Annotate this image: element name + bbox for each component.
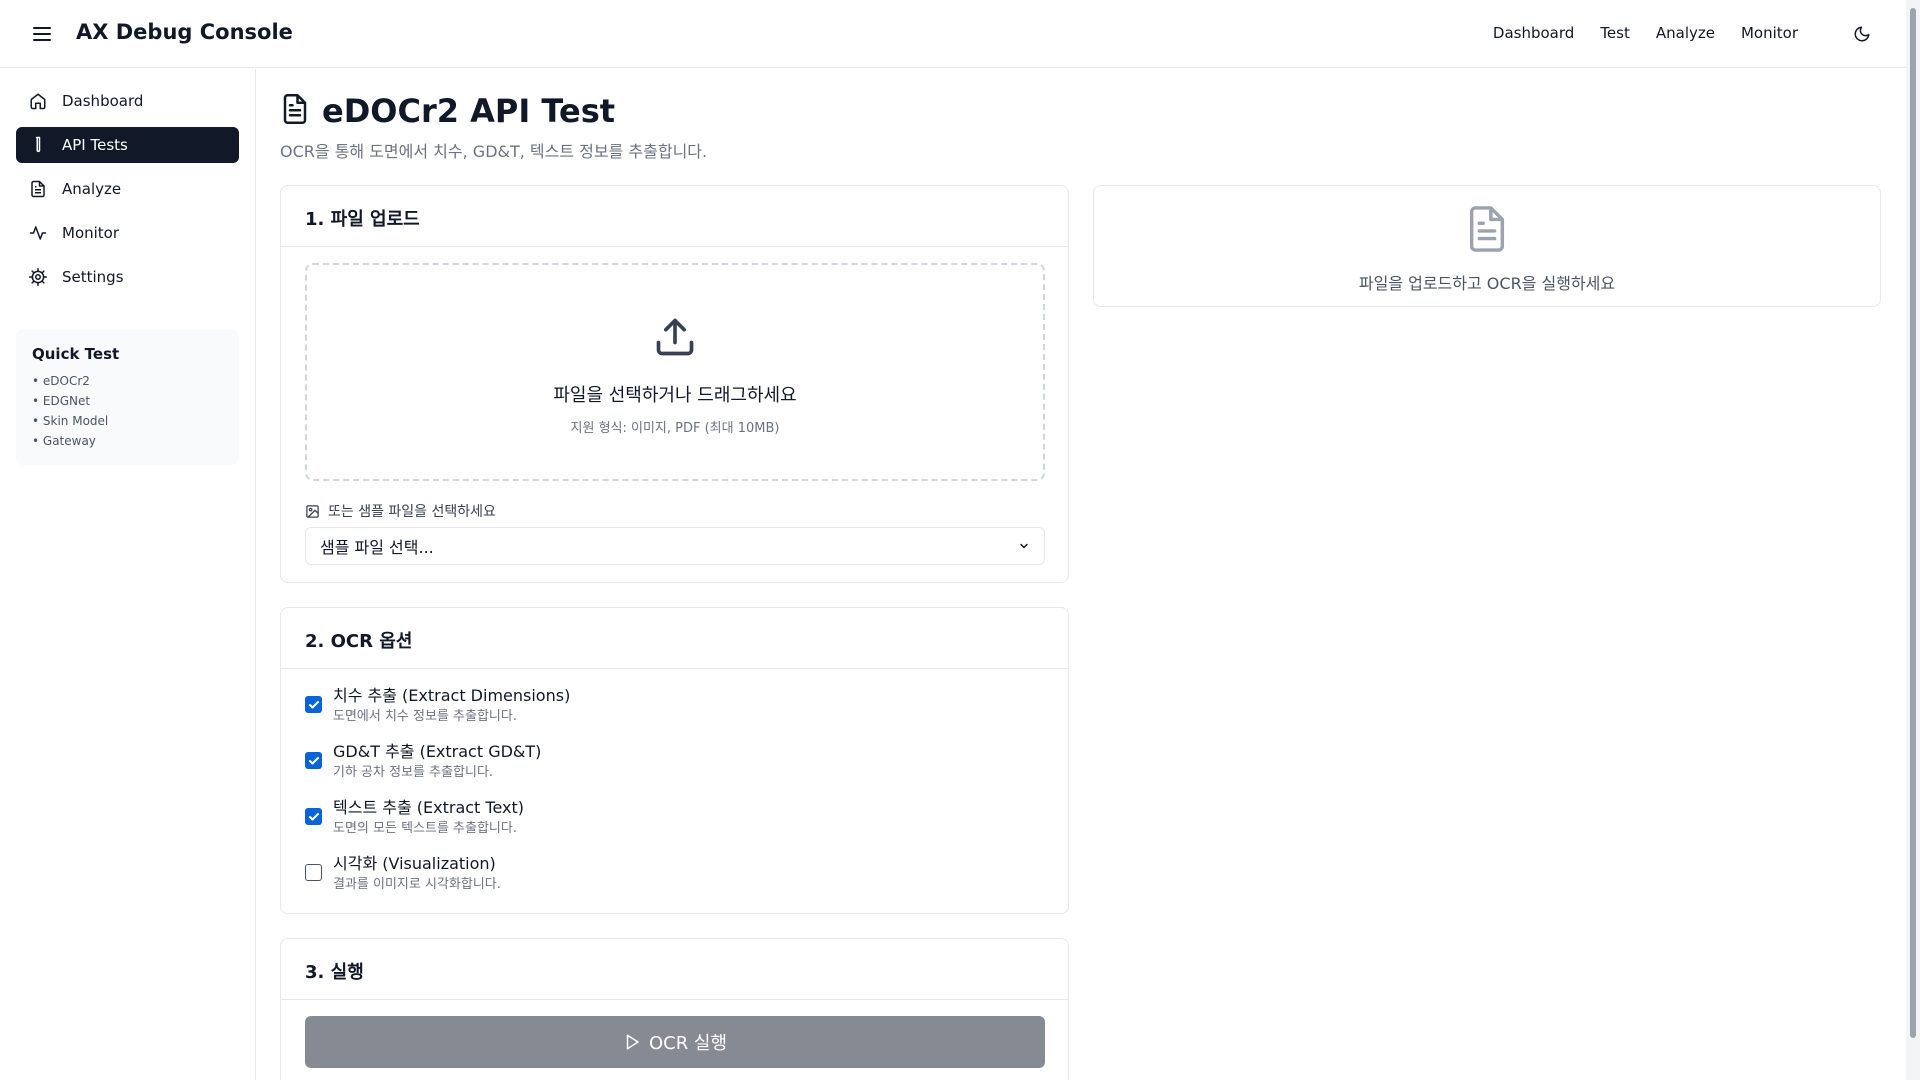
option-desc: 도면의 모든 텍스트를 추출합니다. [333, 821, 517, 836]
sidebar-item-label: Settings [62, 268, 124, 286]
sidebar-item-label: Analyze [62, 180, 122, 198]
upload-icon [653, 315, 697, 363]
quick-test-item-gateway[interactable]: • Gateway [32, 431, 223, 451]
option-desc: 도면에서 치수 정보를 추출합니다. [333, 709, 517, 724]
scrollbar-thumb[interactable] [1910, 8, 1916, 1038]
option-title: 텍스트 추출 (Extract Text) [333, 798, 525, 817]
file-text-icon [1464, 204, 1510, 258]
checkbox-extract-text[interactable] [305, 808, 322, 825]
page-subtitle: OCR을 통해 도면에서 치수, GD&T, 텍스트 정보를 추출합니다. [280, 142, 708, 161]
top-nav-dashboard[interactable]: Dashboard [1493, 24, 1574, 42]
option-extract-text: 텍스트 추출 (Extract Text) 도면의 모든 텍스트를 추출합니다. [305, 797, 524, 839]
sidebar: Dashboard API Tests Analyze Monitor Sett… [0, 69, 256, 1080]
test-tube-icon [28, 135, 48, 155]
quick-test-item-skin-model[interactable]: • Skin Model [32, 411, 223, 431]
sample-label-text: 또는 샘플 파일을 선택하세요 [328, 504, 496, 520]
quick-test-title: Quick Test [32, 345, 120, 363]
sidebar-item-analyze[interactable]: Analyze [16, 171, 239, 207]
run-ocr-button[interactable]: OCR 실행 [305, 1016, 1045, 1068]
checkbox-visualization[interactable] [305, 864, 322, 881]
sample-label: 또는 샘플 파일을 선택하세요 [305, 501, 496, 521]
options-heading: 2. OCR 옵션 [281, 608, 1068, 669]
checkbox-extract-gdt[interactable] [305, 752, 322, 769]
run-ocr-label: OCR 실행 [648, 1033, 728, 1054]
option-extract-dimensions: 치수 추출 (Extract Dimensions) 도면에서 치수 정보를 추… [305, 685, 570, 727]
moon-icon[interactable] [1850, 22, 1874, 46]
file-dropzone[interactable]: 파일을 선택하거나 드래그하세요 지원 형식: 이미지, PDF (최대 10M… [305, 263, 1045, 481]
gear-icon [28, 267, 48, 287]
sidebar-item-label: API Tests [62, 136, 128, 154]
top-nav-monitor[interactable]: Monitor [1741, 24, 1798, 42]
upload-heading: 1. 파일 업로드 [281, 186, 1068, 247]
menu-icon[interactable] [30, 22, 54, 46]
chevron-down-icon [1018, 537, 1030, 556]
checkbox-extract-dimensions[interactable] [305, 696, 322, 713]
sample-select-value: 샘플 파일 선택... [320, 538, 434, 557]
option-visualization: 시각화 (Visualization) 결과를 이미지로 시각화합니다. [305, 853, 501, 895]
upload-card: 1. 파일 업로드 파일을 선택하거나 드래그하세요 지원 형식: 이미지, P… [280, 185, 1069, 583]
run-card: 3. 실행 OCR 실행 [280, 938, 1069, 1080]
sidebar-item-dashboard[interactable]: Dashboard [16, 83, 239, 119]
sidebar-item-label: Monitor [62, 224, 120, 242]
option-title: 치수 추출 (Extract Dimensions) [333, 686, 571, 705]
top-nav: Dashboard Test Analyze Monitor [1493, 24, 1798, 42]
image-icon [305, 504, 320, 519]
file-text-icon [280, 92, 310, 130]
page-title: eDOCr2 API Test [322, 92, 616, 130]
sidebar-item-monitor[interactable]: Monitor [16, 215, 239, 251]
result-card: 파일을 업로드하고 OCR을 실행하세요 [1093, 185, 1881, 307]
home-icon [28, 91, 48, 111]
sidebar-item-settings[interactable]: Settings [16, 259, 239, 295]
quick-test-item-edocr2[interactable]: • eDOCr2 [32, 371, 223, 391]
page-scrollbar[interactable] [1906, 0, 1920, 1080]
result-empty-message: 파일을 업로드하고 OCR을 실행하세요 [1358, 274, 1616, 293]
page-header: eDOCr2 API Test [280, 92, 615, 130]
dropzone-hint: 지원 형식: 이미지, PDF (최대 10MB) [570, 421, 780, 436]
option-extract-gdt: GD&T 추출 (Extract GD&T) 기하 공차 정보를 추출합니다. [305, 741, 541, 783]
option-title: GD&T 추출 (Extract GD&T) [333, 742, 542, 761]
file-text-icon [28, 179, 48, 199]
ocr-options-card: 2. OCR 옵션 치수 추출 (Extract Dimensions) 도면에… [280, 607, 1069, 914]
dropzone-text: 파일을 선택하거나 드래그하세요 [553, 385, 797, 406]
quick-test-panel: Quick Test • eDOCr2 • EDGNet • Skin Mode… [16, 329, 239, 465]
option-desc: 기하 공차 정보를 추출합니다. [333, 765, 494, 780]
top-bar: AX Debug Console Dashboard Test Analyze … [0, 0, 1906, 68]
run-heading: 3. 실행 [281, 939, 1068, 1000]
top-nav-analyze[interactable]: Analyze [1656, 24, 1715, 42]
option-desc: 결과를 이미지로 시각화합니다. [333, 877, 501, 892]
activity-icon [28, 223, 48, 243]
quick-test-item-edgnet[interactable]: • EDGNet [32, 391, 223, 411]
sample-file-select[interactable]: 샘플 파일 선택... [305, 527, 1045, 565]
sidebar-item-label: Dashboard [62, 92, 144, 110]
result-file-icon-wrap [1094, 204, 1880, 258]
option-title: 시각화 (Visualization) [333, 854, 496, 873]
top-nav-test[interactable]: Test [1600, 24, 1630, 42]
sidebar-item-api-tests[interactable]: API Tests [16, 127, 239, 163]
play-icon [623, 1033, 641, 1051]
app-title: AX Debug Console [76, 20, 293, 44]
